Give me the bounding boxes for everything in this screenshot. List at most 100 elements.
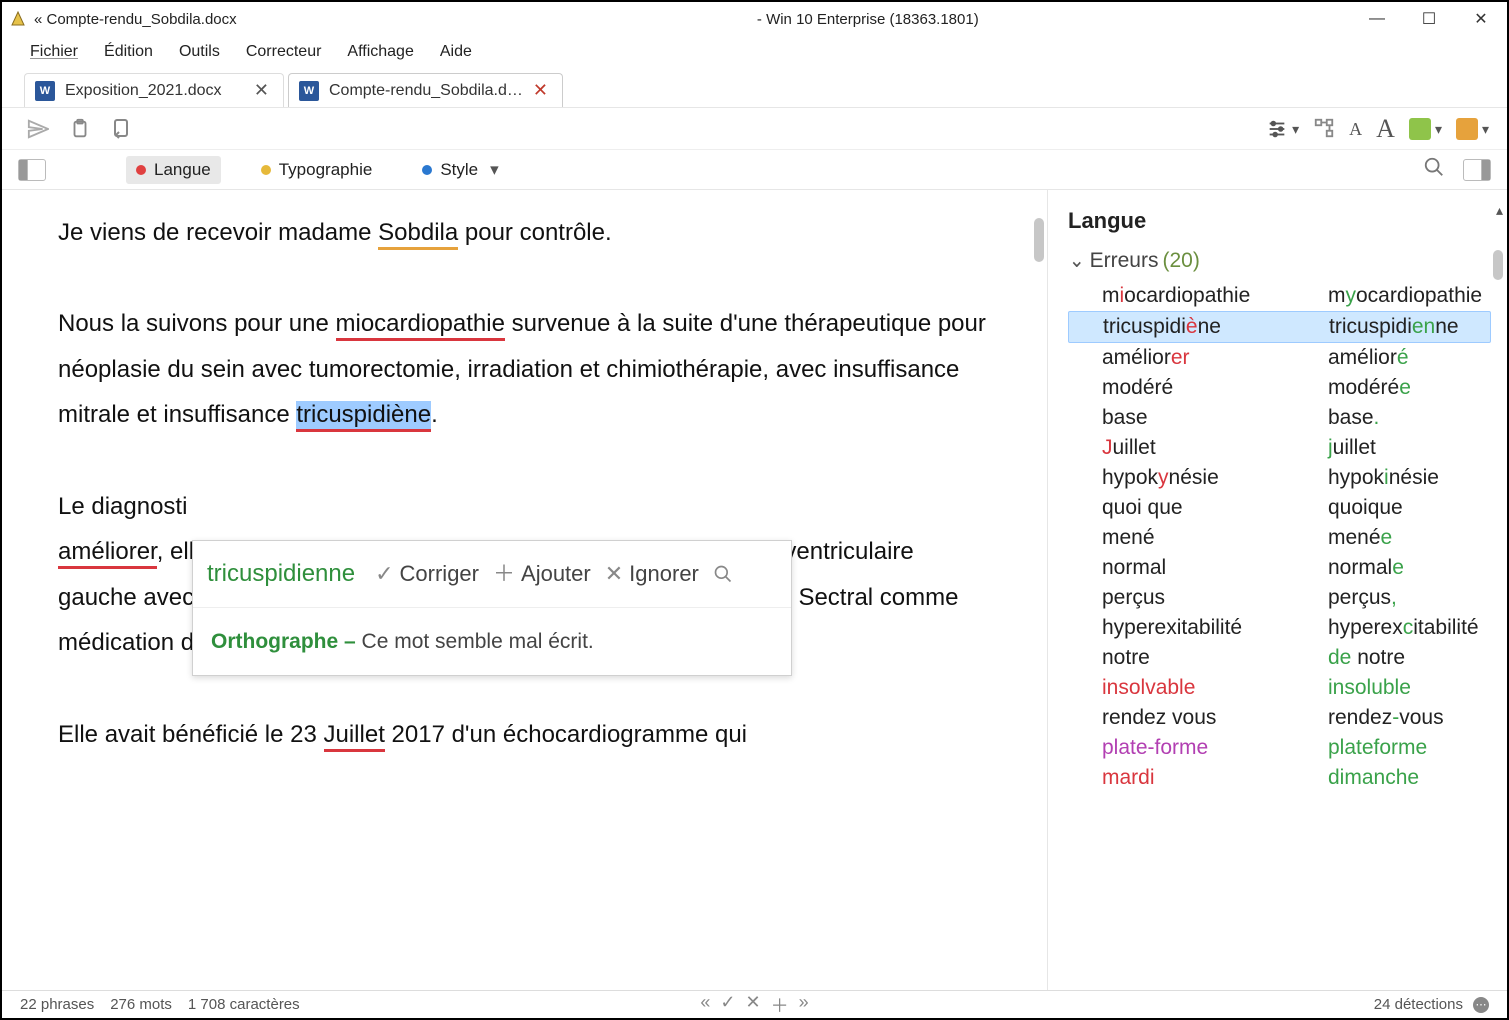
- error-suggestion: rendez-vous: [1328, 706, 1481, 730]
- name-sobdila[interactable]: Sobdila: [378, 219, 458, 250]
- error-row[interactable]: Juilletjuillet: [1068, 433, 1491, 463]
- error-suggestion: myocardiopathie: [1328, 284, 1482, 308]
- error-original: modéré: [1102, 376, 1322, 400]
- error-suggestion: insoluble: [1328, 676, 1481, 700]
- settings-sliders-icon[interactable]: ▾: [1266, 118, 1299, 140]
- nav-accept-icon[interactable]: ✓: [720, 992, 735, 1018]
- error-original: normal: [1102, 556, 1322, 580]
- status-phrases: 22 phrases: [20, 996, 94, 1013]
- dot-blue-icon: [422, 165, 432, 175]
- popup-suggestion[interactable]: tricuspidienne: [207, 551, 355, 597]
- error-juillet[interactable]: Juillet: [324, 721, 385, 752]
- error-suggestion: hypokinésie: [1328, 466, 1481, 490]
- font-size-large-icon[interactable]: A: [1376, 114, 1395, 144]
- highlight-orange[interactable]: ▾: [1456, 118, 1489, 140]
- menu-fichier[interactable]: Fichier: [30, 43, 78, 61]
- clipboard-icon[interactable]: [68, 117, 92, 141]
- error-row[interactable]: hyperexitabilitéhyperexcitabilité: [1068, 613, 1491, 643]
- left-panel-toggle-icon[interactable]: [18, 159, 46, 181]
- popup-corriger-button[interactable]: ✓Corriger: [375, 553, 479, 595]
- error-original: mené: [1102, 526, 1322, 550]
- popup-ajouter-button[interactable]: ＋Ajouter: [493, 553, 591, 595]
- font-size-small-icon[interactable]: A: [1349, 119, 1362, 140]
- tab-exposition[interactable]: W Exposition_2021.docx ✕: [24, 73, 284, 107]
- word-icon: W: [299, 81, 319, 101]
- filter-style[interactable]: Style ▾: [412, 156, 508, 184]
- filter-bar: Langue Typographie Style ▾: [2, 150, 1507, 190]
- error-row[interactable]: notrede notre: [1068, 643, 1491, 673]
- error-suggestion: amélioré: [1328, 346, 1481, 370]
- error-row[interactable]: miocardiopathiemyocardiopathie: [1068, 281, 1491, 311]
- error-row[interactable]: tricuspidiènetricuspidienne: [1068, 311, 1491, 343]
- error-row[interactable]: modérémodérée: [1068, 373, 1491, 403]
- error-row[interactable]: perçusperçus,: [1068, 583, 1491, 613]
- nav-first-icon[interactable]: «: [700, 992, 710, 1018]
- titlebar: « Compte-rendu_Sobdila.docx - Win 10 Ent…: [2, 2, 1507, 36]
- status-mots: 276 mots: [110, 996, 172, 1013]
- error-row[interactable]: normalnormale: [1068, 553, 1491, 583]
- error-row[interactable]: hypokynésiehypokinésie: [1068, 463, 1491, 493]
- hierarchy-icon[interactable]: [1313, 117, 1335, 142]
- nav-reject-icon[interactable]: ✕: [746, 992, 761, 1018]
- filter-typographie[interactable]: Typographie: [251, 156, 383, 184]
- error-row[interactable]: menémenée: [1068, 523, 1491, 553]
- errors-group-header[interactable]: ⌄ Erreurs (20): [1068, 248, 1491, 273]
- scrollbar-thumb[interactable]: [1034, 218, 1044, 262]
- error-suggestion: menée: [1328, 526, 1481, 550]
- popup-message: Ce mot semble mal écrit.: [362, 630, 594, 653]
- tab-close-icon[interactable]: ✕: [533, 80, 548, 101]
- error-original: rendez vous: [1102, 706, 1322, 730]
- document-pane[interactable]: Je viens de recevoir madame Sobdila pour…: [2, 190, 1047, 990]
- panel-title: Langue: [1068, 208, 1491, 234]
- error-original: quoi que: [1102, 496, 1322, 520]
- error-ameliorer[interactable]: améliorer: [58, 538, 157, 569]
- chevron-down-icon: ▾: [490, 160, 499, 180]
- highlight-green[interactable]: ▾: [1409, 118, 1442, 140]
- error-suggestion: base.: [1328, 406, 1481, 430]
- tab-close-icon[interactable]: ✕: [254, 80, 269, 101]
- document-scrollbar[interactable]: [1029, 190, 1047, 990]
- tab-compte-rendu[interactable]: W Compte-rendu_Sobdila.d… ✕: [288, 73, 563, 107]
- popup-ignorer-button[interactable]: ✕Ignorer: [605, 553, 699, 595]
- search-icon[interactable]: [1423, 156, 1445, 183]
- error-miocardiopathie[interactable]: miocardiopathie: [336, 310, 505, 341]
- check-icon: ✓: [375, 553, 393, 595]
- menu-correcteur[interactable]: Correcteur: [246, 43, 322, 61]
- popup-search-button[interactable]: [713, 564, 733, 584]
- scroll-up-icon[interactable]: ▴: [1496, 202, 1503, 219]
- menubar: Fichier Édition Outils Correcteur Affich…: [2, 36, 1507, 68]
- error-row[interactable]: mardidimanche: [1068, 763, 1491, 793]
- error-suggestion: dimanche: [1328, 766, 1481, 790]
- window-maximize[interactable]: ☐: [1403, 2, 1455, 36]
- error-tricuspidiene-selected[interactable]: tricuspidiène: [296, 401, 431, 432]
- error-original: tricuspidiène: [1103, 315, 1323, 339]
- word-icon: W: [35, 81, 55, 101]
- error-row[interactable]: amélioreramélioré: [1068, 343, 1491, 373]
- menu-affichage[interactable]: Affichage: [347, 43, 413, 61]
- error-row[interactable]: quoi quequoique: [1068, 493, 1491, 523]
- window-minimize[interactable]: ―: [1351, 2, 1403, 36]
- nav-add-icon[interactable]: ＋: [771, 992, 789, 1018]
- error-row[interactable]: rendez vousrendez-vous: [1068, 703, 1491, 733]
- nav-last-icon[interactable]: »: [799, 992, 809, 1018]
- document-return-icon[interactable]: [110, 117, 134, 141]
- error-row[interactable]: plate-formeplateforme: [1068, 733, 1491, 763]
- dot-red-icon: [136, 165, 146, 175]
- menu-edition[interactable]: Édition: [104, 43, 153, 61]
- error-row[interactable]: insolvableinsoluble: [1068, 673, 1491, 703]
- right-panel-toggle-icon[interactable]: [1463, 159, 1491, 181]
- window-close[interactable]: ✕: [1455, 2, 1507, 36]
- error-original: perçus: [1102, 586, 1322, 610]
- popup-category: Orthographe –: [211, 630, 356, 653]
- panel-scrollbar-thumb[interactable]: [1493, 250, 1503, 280]
- error-original: insolvable: [1102, 676, 1322, 700]
- menu-outils[interactable]: Outils: [179, 43, 220, 61]
- menu-aide[interactable]: Aide: [440, 43, 472, 61]
- status-detections: 24 détections: [1374, 996, 1463, 1013]
- filter-style-label: Style: [440, 160, 478, 180]
- send-icon[interactable]: [26, 117, 50, 141]
- filter-langue[interactable]: Langue: [126, 156, 221, 184]
- detections-more-icon[interactable]: ⋯: [1473, 997, 1489, 1013]
- error-row[interactable]: basebase.: [1068, 403, 1491, 433]
- error-suggestion: juillet: [1328, 436, 1481, 460]
